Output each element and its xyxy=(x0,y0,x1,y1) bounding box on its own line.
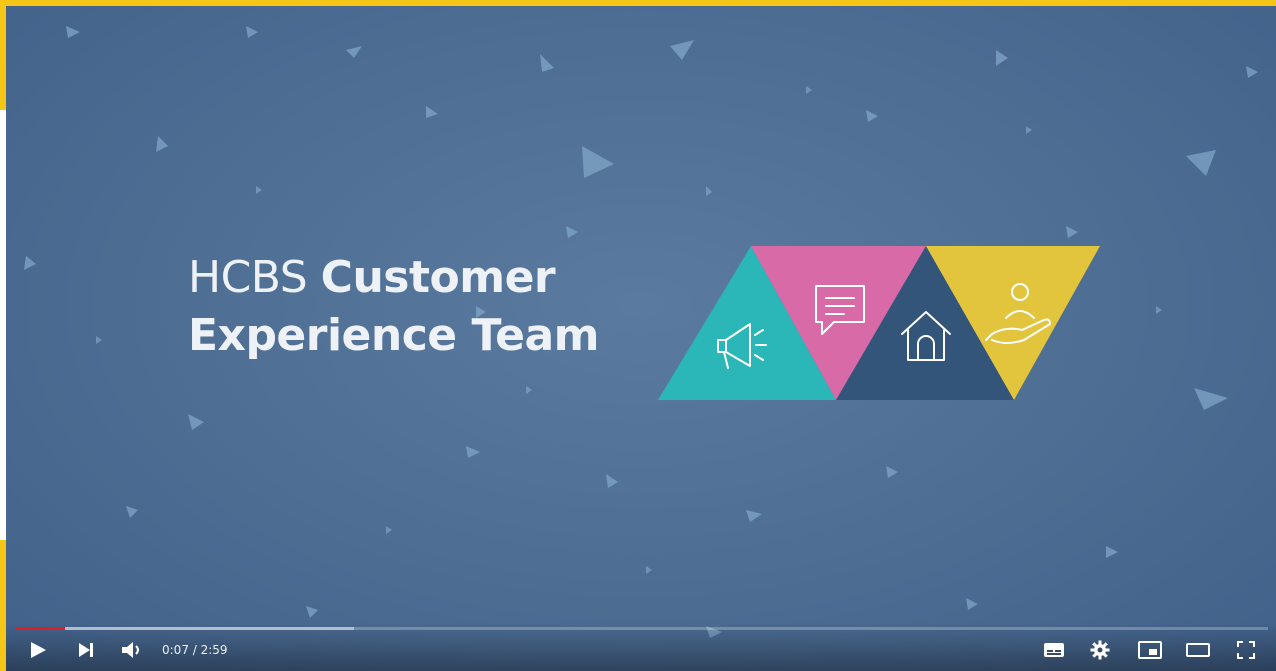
volume-button[interactable] xyxy=(118,637,146,663)
miniplayer-button[interactable] xyxy=(1136,637,1164,663)
theater-mode-icon xyxy=(1186,643,1210,657)
fullscreen-icon xyxy=(1237,641,1255,659)
video-player[interactable]: HCBS Customer Experience Team 0:07 / 2:5… xyxy=(6,6,1276,671)
miniplayer-icon xyxy=(1138,641,1162,659)
played-bar xyxy=(16,627,65,630)
settings-button[interactable] xyxy=(1086,637,1114,663)
play-icon xyxy=(31,642,46,658)
player-controls: 0:07 / 2:59 xyxy=(6,623,1276,671)
settings-icon xyxy=(1090,640,1110,660)
theater-mode-button[interactable] xyxy=(1184,637,1212,663)
fullscreen-button[interactable] xyxy=(1232,637,1260,663)
progress-bar[interactable] xyxy=(16,627,1268,630)
buffer-bar xyxy=(16,627,355,630)
page-frame: HCBS Customer Experience Team 0:07 / 2:5… xyxy=(0,0,1276,671)
time-display: 0:07 / 2:59 xyxy=(162,643,228,657)
play-button[interactable] xyxy=(24,637,52,663)
subtitles-icon xyxy=(1044,643,1064,657)
next-button[interactable] xyxy=(72,637,100,663)
title-hcbs: HCBS xyxy=(188,252,308,303)
next-icon xyxy=(79,643,93,657)
video-title: HCBS Customer Experience Team xyxy=(188,256,600,361)
title-experience-team: Experience Team xyxy=(188,310,600,361)
icon-triangles xyxy=(658,246,1100,400)
title-customer: Customer xyxy=(320,252,556,303)
subtitles-button[interactable] xyxy=(1040,637,1068,663)
volume-icon xyxy=(122,642,139,658)
